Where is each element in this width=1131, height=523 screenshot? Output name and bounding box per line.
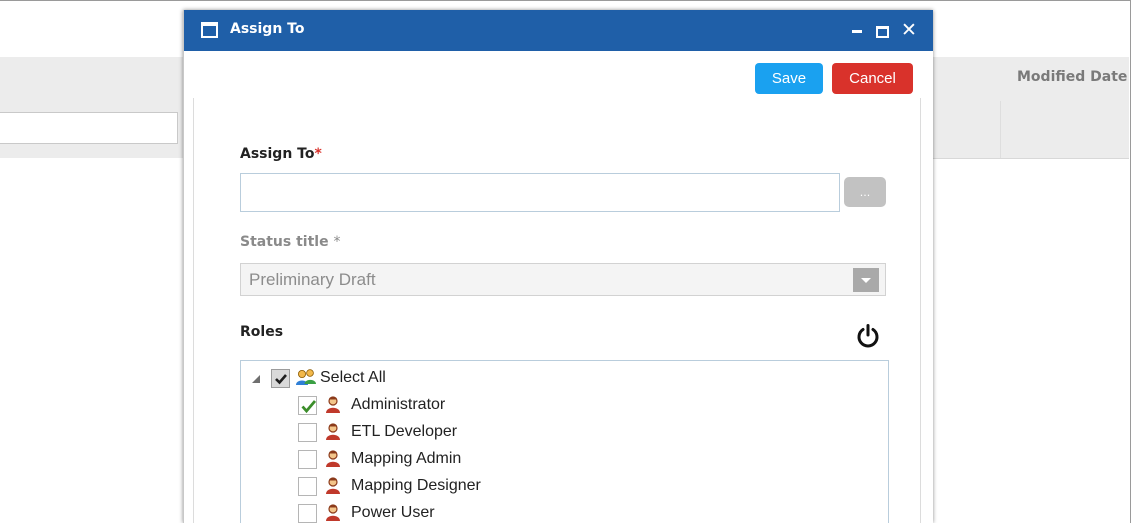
mapping-designer-checkbox[interactable] [298, 476, 317, 496]
tree-node-mapping-admin[interactable]: Mapping Admin [298, 447, 461, 471]
save-button[interactable]: Save [755, 63, 823, 94]
group-icon [295, 368, 317, 388]
role-label[interactable]: Administrator [351, 396, 445, 414]
assign-to-label-text: Assign To [240, 146, 315, 162]
expand-arrow-icon[interactable] [252, 375, 260, 383]
required-mark: * [314, 146, 322, 162]
etl-developer-checkbox[interactable] [298, 422, 317, 442]
user-icon [324, 476, 342, 496]
role-label[interactable]: Mapping Admin [351, 450, 461, 468]
tree-node-mapping-designer[interactable]: Mapping Designer [298, 474, 481, 498]
required-mark: * [333, 234, 341, 250]
user-icon [324, 422, 342, 442]
user-icon [324, 449, 342, 469]
status-title-label-text: Status title [240, 234, 329, 250]
column-separator [1000, 101, 1001, 158]
minimize-icon[interactable] [850, 30, 864, 33]
browse-users-button[interactable]: ... [844, 177, 886, 207]
dropdown-arrow-icon[interactable] [853, 268, 879, 292]
select-all-label[interactable]: Select All [320, 369, 386, 387]
close-icon[interactable]: ✕ [900, 20, 918, 40]
tree-node-administrator[interactable]: Administrator [298, 393, 445, 417]
mapping-admin-checkbox[interactable] [298, 449, 317, 469]
dialog-titlebar[interactable]: Assign To ✕ [184, 10, 933, 51]
assign-to-input[interactable] [240, 173, 840, 212]
user-icon [324, 503, 342, 523]
power-icon[interactable] [855, 323, 881, 349]
column-header-modified-date[interactable]: Modified Date [1017, 69, 1127, 85]
assign-to-label: Assign To* [240, 146, 322, 162]
power-user-checkbox[interactable] [298, 503, 317, 523]
assign-to-dialog: Assign To ✕ Save Cancel Assign To* ... S… [183, 10, 933, 523]
status-title-select[interactable]: Preliminary Draft [240, 263, 886, 296]
grid-filter-input[interactable] [0, 112, 178, 144]
roles-tree: Select All Administrator ETL Developer M… [240, 360, 889, 523]
grid-divider [931, 158, 1129, 159]
status-title-label: Status title * [240, 234, 340, 250]
maximize-icon[interactable] [876, 26, 889, 38]
cancel-button[interactable]: Cancel [832, 63, 913, 94]
administrator-checkbox[interactable] [298, 395, 317, 415]
checkmark-icon [275, 373, 287, 384]
checkmark-icon [301, 399, 317, 413]
select-all-checkbox[interactable] [271, 368, 290, 388]
dialog-title: Assign To [230, 21, 305, 37]
roles-label: Roles [240, 324, 284, 340]
role-label[interactable]: ETL Developer [351, 423, 457, 441]
tree-node-etl-developer[interactable]: ETL Developer [298, 420, 457, 444]
status-title-value: Preliminary Draft [249, 270, 376, 289]
window-icon [201, 22, 218, 38]
role-label[interactable]: Power User [351, 504, 435, 522]
tree-node-select-all[interactable]: Select All [241, 366, 386, 390]
tree-node-power-user[interactable]: Power User [298, 501, 435, 523]
user-icon [324, 395, 342, 415]
role-label[interactable]: Mapping Designer [351, 477, 481, 495]
